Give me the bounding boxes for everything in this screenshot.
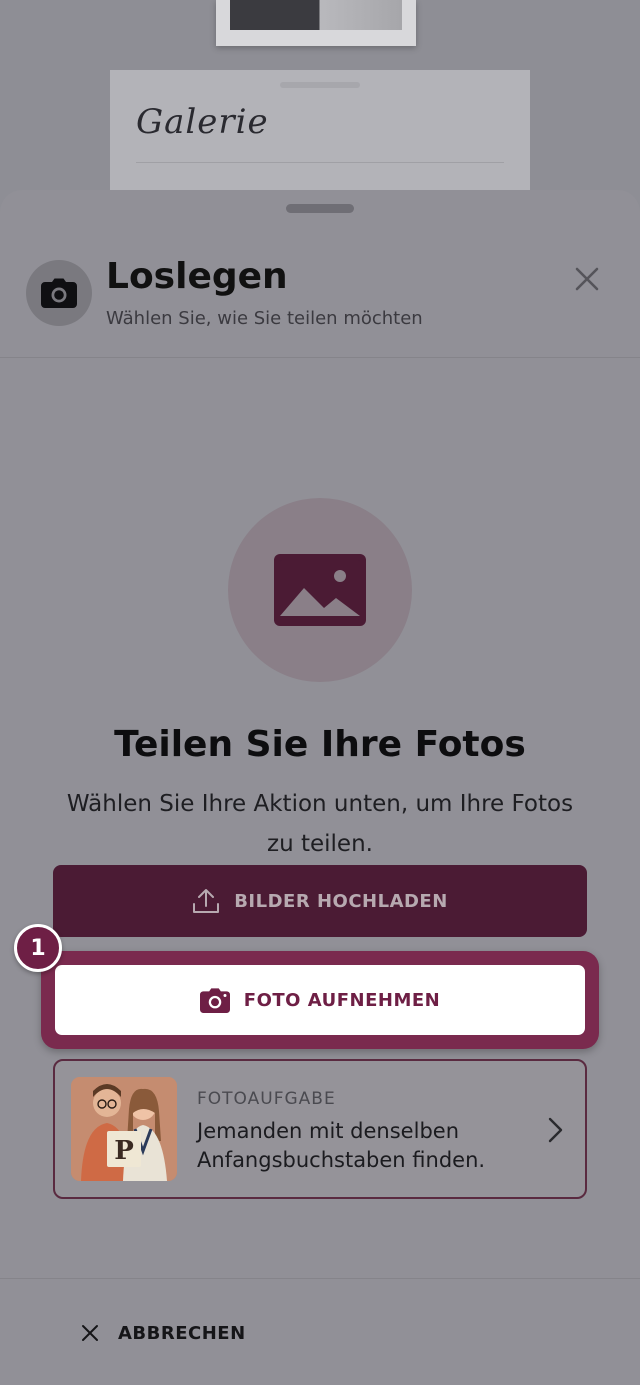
header-divider <box>0 357 640 358</box>
sheet-grabber-handle[interactable] <box>286 204 354 213</box>
cancel-label: ABBRECHEN <box>118 1322 246 1344</box>
background-gallery-handle <box>280 82 360 88</box>
hero-title: Teilen Sie Ihre Fotos <box>114 724 526 765</box>
sheet-subtitle: Wählen Sie, wie Sie teilen möchten <box>106 308 423 329</box>
take-photo-button[interactable]: FOTO AUFNEHMEN <box>53 963 587 1037</box>
hero-icon-circle <box>228 498 412 682</box>
sheet-title: Loslegen <box>106 256 288 297</box>
camera-icon <box>199 987 230 1013</box>
step-badge: 1 <box>14 924 62 972</box>
take-photo-label: FOTO AUFNEHMEN <box>243 989 441 1011</box>
footer-divider <box>0 1278 640 1279</box>
share-bottom-sheet: Loslegen Wählen Sie, wie Sie teilen möch… <box>0 190 640 1385</box>
background-gallery-divider <box>136 162 504 163</box>
close-icon <box>575 267 599 291</box>
hero-description: Wählen Sie Ihre Aktion unten, um Ihre Fo… <box>66 791 574 857</box>
header-icon-badge <box>26 260 92 326</box>
photo-task-kicker: FOTOAUFGABE <box>197 1089 336 1109</box>
sheet-header: Loslegen Wählen Sie, wie Sie teilen möch… <box>0 248 640 358</box>
chevron-right-icon <box>548 1117 563 1143</box>
background-gallery-title: Galerie <box>136 102 269 142</box>
photo-task-thumbnail-letter: P <box>114 1136 134 1166</box>
upload-images-button[interactable]: BILDER HOCHLADEN <box>53 865 587 937</box>
image-icon <box>274 554 366 626</box>
photo-task-text: Jemanden mit denselben Anfangsbuchstaben… <box>197 1119 486 1172</box>
camera-icon <box>41 278 77 308</box>
upload-icon <box>193 889 220 913</box>
close-button[interactable] <box>570 262 604 296</box>
photo-task-illustration: P <box>71 1077 177 1181</box>
background-photo-card <box>216 0 416 46</box>
photo-task-thumbnail: P <box>71 1077 177 1181</box>
upload-images-label: BILDER HOCHLADEN <box>234 890 448 912</box>
cancel-button[interactable]: ABBRECHEN <box>80 1318 246 1348</box>
photo-task-card[interactable]: P FOTOAUFGABE Jemanden mit denselben Anf… <box>53 1059 587 1199</box>
background-photo <box>230 0 402 30</box>
close-icon <box>82 1325 98 1341</box>
